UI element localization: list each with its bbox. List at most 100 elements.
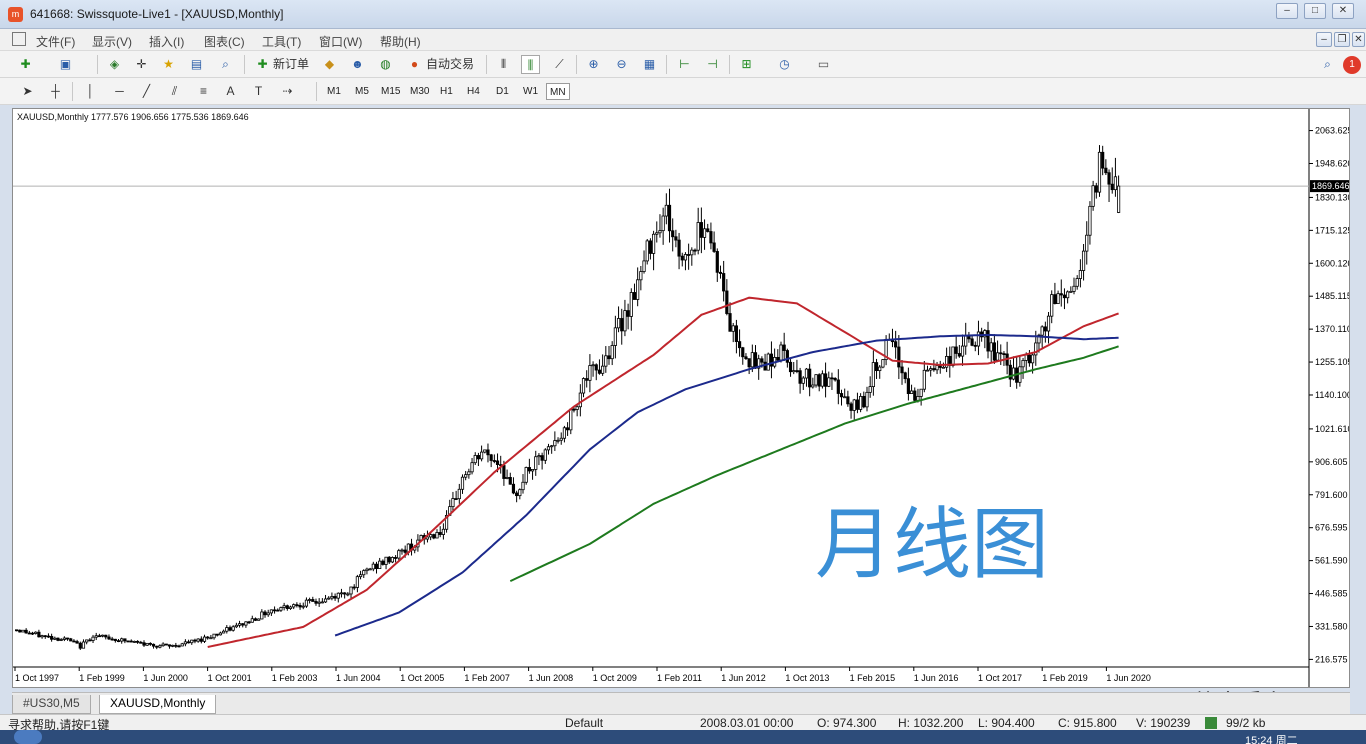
candle-body xyxy=(1053,294,1057,305)
candle-body xyxy=(186,641,191,644)
start-button[interactable] xyxy=(14,730,42,744)
candle-body xyxy=(569,408,573,431)
candle-body xyxy=(69,638,73,642)
candle-body xyxy=(193,639,197,642)
candle-body xyxy=(909,390,914,394)
menu-window[interactable]: 窗口(W) xyxy=(319,33,362,50)
auto-trading-button[interactable]: 自动交易 xyxy=(426,55,474,74)
market-watch-icon[interactable]: ◈ xyxy=(105,55,124,74)
mdi-minimize-button[interactable]: – xyxy=(1316,32,1332,47)
candle-body xyxy=(1101,151,1105,169)
search-icon[interactable]: ⌕ xyxy=(1318,55,1337,74)
candle-body xyxy=(671,230,675,238)
candle-body xyxy=(706,228,710,232)
line-chart-icon[interactable]: ⟋ xyxy=(550,55,569,74)
chart-canvas[interactable]: 2063.625 1948.620 1830.130 1715.125 1600.120… xyxy=(13,109,1349,687)
chart-shift-icon[interactable]: ⊣ xyxy=(703,55,722,74)
candle-body xyxy=(180,643,184,647)
menu-insert[interactable]: 插入(I) xyxy=(149,33,184,50)
autoscroll-icon[interactable]: ⊢ xyxy=(675,55,694,74)
crosshair-icon[interactable]: ┼ xyxy=(46,82,65,101)
navigator-icon[interactable]: ★ xyxy=(159,55,178,74)
mdi-restore-button[interactable]: ❐ xyxy=(1334,32,1350,47)
auto-trading-icon[interactable]: ● xyxy=(405,55,424,74)
menu-help[interactable]: 帮助(H) xyxy=(380,33,421,50)
new-chart-icon[interactable]: ✚ xyxy=(16,55,35,74)
candle-body xyxy=(476,455,481,460)
new-order-button[interactable]: 新订单 xyxy=(273,55,309,74)
candle-body xyxy=(696,222,700,251)
candle-body xyxy=(999,352,1003,355)
candlestick-chart-icon[interactable]: ⫼ xyxy=(521,55,540,74)
timeframe-m15[interactable]: M15 xyxy=(378,83,403,100)
candle-body xyxy=(925,369,930,372)
horizontal-line-icon[interactable]: ─ xyxy=(110,82,129,101)
chart-window-icon[interactable] xyxy=(12,32,26,46)
candle-body xyxy=(1117,185,1121,213)
market-icon[interactable]: ◍ xyxy=(376,55,395,74)
text-label-icon[interactable]: T xyxy=(249,82,268,101)
menu-view[interactable]: 显示(V) xyxy=(92,33,132,50)
candle-body xyxy=(209,637,213,640)
candle-body xyxy=(327,597,331,600)
bar-chart-icon[interactable]: ⫴ xyxy=(494,55,513,74)
menu-tools[interactable]: 工具(T) xyxy=(262,33,301,50)
candle-body xyxy=(381,560,385,565)
candle-body xyxy=(1021,360,1025,368)
metaeditor-icon[interactable]: ◆ xyxy=(320,55,339,74)
notification-badge[interactable]: 1 xyxy=(1343,56,1361,74)
periods-icon[interactable]: ◷ xyxy=(775,55,794,74)
menu-charts[interactable]: 图表(C) xyxy=(204,33,245,50)
candle-body xyxy=(237,623,242,626)
candle-body xyxy=(897,346,901,368)
timeframe-m5[interactable]: M5 xyxy=(352,83,372,100)
timeframe-m30[interactable]: M30 xyxy=(407,83,432,100)
timeframe-h1[interactable]: H1 xyxy=(437,83,456,100)
strategy-tester-icon[interactable]: ⌕ xyxy=(216,55,235,74)
tab-xauusd[interactable]: XAUUSD,Monthly xyxy=(99,695,217,714)
mdi-close-button[interactable]: ✕ xyxy=(1352,32,1365,47)
vertical-line-icon[interactable]: │ xyxy=(81,82,100,101)
cursor-icon[interactable]: ➤ xyxy=(18,82,37,101)
new-order-icon[interactable]: ✚ xyxy=(253,55,272,74)
candle-body xyxy=(88,639,92,642)
close-button[interactable]: ✕ xyxy=(1332,3,1354,19)
timeframe-m1[interactable]: M1 xyxy=(324,83,344,100)
candle-body xyxy=(272,609,277,612)
timeframe-w1[interactable]: W1 xyxy=(520,83,541,100)
timeframe-mn[interactable]: MN xyxy=(546,83,570,100)
timeframe-h4[interactable]: H4 xyxy=(464,83,483,100)
candle-body xyxy=(629,292,633,317)
maximize-button[interactable]: □ xyxy=(1304,3,1326,19)
signals-icon[interactable]: ☻ xyxy=(348,55,367,74)
arrows-icon[interactable]: ⇢ xyxy=(278,82,297,101)
timeframe-d1[interactable]: D1 xyxy=(493,83,512,100)
tab-us30[interactable]: #US30,M5 xyxy=(12,695,91,714)
candle-body xyxy=(464,474,468,478)
text-icon[interactable]: A xyxy=(221,82,240,101)
price-chart[interactable]: 2063.625 1948.620 1830.130 1715.125 1600.120… xyxy=(12,108,1350,688)
trendline-icon[interactable]: ╱ xyxy=(137,82,156,101)
candle-body xyxy=(505,477,509,479)
indicators-icon[interactable]: ⊞ xyxy=(737,55,756,74)
tile-windows-icon[interactable]: ▦ xyxy=(640,55,659,74)
terminal-icon[interactable]: ▤ xyxy=(187,55,206,74)
zoom-out-icon[interactable]: ⊖ xyxy=(612,55,631,74)
candle-body xyxy=(441,528,445,535)
minimize-button[interactable]: – xyxy=(1276,3,1298,19)
fibonacci-icon[interactable]: ≡ xyxy=(194,82,213,101)
time-tick-label: 1 Oct 2017 xyxy=(978,673,1022,683)
price-tick-label: 1948.620 xyxy=(1315,158,1349,168)
candle-body xyxy=(451,498,455,508)
time-tick-label: 1 Oct 1997 xyxy=(15,673,59,683)
candle-body xyxy=(65,637,70,640)
status-low: L: 904.400 xyxy=(978,716,1035,730)
templates-icon[interactable]: ▭ xyxy=(814,55,833,74)
candle-body xyxy=(234,624,238,628)
profiles-icon[interactable]: ▣ xyxy=(56,55,75,74)
candle-body xyxy=(56,637,60,641)
equidistant-channel-icon[interactable]: ⫽ xyxy=(165,82,184,101)
zoom-in-icon[interactable]: ⊕ xyxy=(584,55,603,74)
data-window-icon[interactable]: ✛ xyxy=(132,55,151,74)
menu-file[interactable]: 文件(F) xyxy=(36,33,75,50)
